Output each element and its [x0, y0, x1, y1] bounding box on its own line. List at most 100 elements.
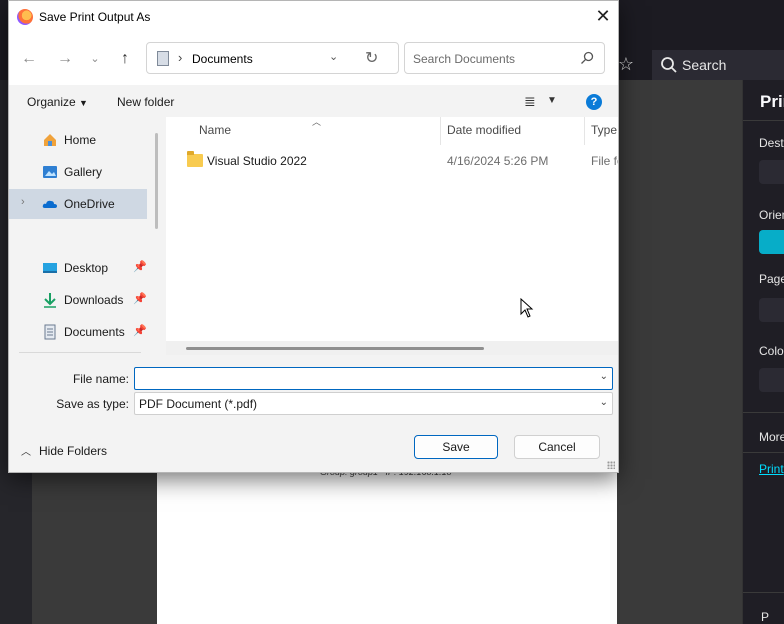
breadcrumb-chevron-icon[interactable]: › [178, 50, 182, 65]
save-as-type-select[interactable]: PDF Document (*.pdf) ⌄ [134, 392, 613, 415]
help-icon[interactable]: ? [586, 94, 602, 110]
sidebar-item-label: Home [64, 133, 97, 147]
panel-divider [743, 412, 784, 413]
documents-folder-icon [157, 51, 169, 66]
destination-printer-icon[interactable] [759, 160, 784, 184]
panel-divider [743, 452, 784, 453]
save-as-type-label: Save as type: [56, 397, 129, 411]
up-arrow-icon[interactable]: ↑ [113, 49, 137, 69]
recent-locations-chevron-icon[interactable]: ⌄ [83, 49, 107, 69]
forward-arrow-icon[interactable]: → [53, 49, 77, 69]
organize-menu[interactable]: Organize ▼ [27, 95, 88, 109]
column-header-date-modified[interactable]: Date modified [447, 123, 521, 137]
navigation-pane: Home Gallery › OneDrive Desktop 📌 Downlo… [9, 117, 158, 355]
file-name: Visual Studio 2022 [207, 154, 307, 168]
save-button[interactable]: Save [414, 435, 498, 459]
column-separator[interactable] [584, 117, 585, 145]
search-box[interactable] [404, 42, 605, 74]
more-settings-label[interactable]: More [759, 430, 784, 444]
file-type: File fo [591, 154, 618, 168]
pages-label: Page [759, 272, 784, 286]
close-button[interactable]: ✕ [588, 1, 618, 31]
sidebar-divider [19, 352, 141, 353]
documents-icon [44, 324, 56, 340]
expand-chevron-icon[interactable]: › [21, 196, 25, 208]
cancel-button[interactable]: Cancel [514, 435, 600, 459]
sidebar-item-label: Gallery [64, 165, 103, 179]
column-separator[interactable] [440, 117, 441, 145]
sidebar-item-downloads[interactable]: Downloads 📌 [9, 285, 147, 315]
sidebar-item-label: OneDrive [64, 197, 115, 211]
gallery-icon [43, 166, 57, 178]
browser-search-label: Search [682, 57, 727, 73]
preview-page [157, 460, 617, 624]
search-icon [581, 51, 594, 64]
organize-dropdown-icon: ▼ [79, 98, 88, 108]
orientation-label: Orien [759, 208, 784, 222]
desktop-icon [43, 263, 57, 273]
file-name-dropdown-icon[interactable]: ⌄ [600, 371, 608, 382]
download-arrow-icon [44, 293, 56, 308]
select-chevron-icon: ⌄ [599, 397, 608, 408]
pin-icon: 📌 [133, 293, 147, 305]
colors-select[interactable] [759, 368, 784, 392]
print-panel-title: Prin [760, 92, 784, 111]
sidebar-item-desktop[interactable]: Desktop 📌 [9, 253, 147, 283]
refresh-icon[interactable]: ↻ [365, 48, 378, 68]
file-name-input[interactable] [139, 370, 583, 389]
hide-folders-toggle[interactable]: ︿ Hide Folders [21, 443, 107, 458]
dialog-footer: ︿ Hide Folders Save Cancel [9, 419, 618, 472]
panel-bottom-label: P [761, 610, 770, 624]
dialog-titlebar: Save Print Output As ✕ [9, 1, 618, 33]
home-icon [44, 134, 56, 146]
sidebar-item-onedrive[interactable]: › OneDrive [9, 189, 147, 219]
sidebar-item-documents[interactable]: Documents 📌 [9, 317, 147, 347]
print-settings-panel: Prin Desti Orien Page Colo More Print P [742, 80, 784, 624]
sidebar-item-gallery[interactable]: Gallery [9, 157, 147, 187]
portrait-orientation-button[interactable] [759, 230, 784, 254]
pages-select[interactable] [759, 298, 784, 322]
dialog-title: Save Print Output As [39, 10, 151, 24]
pin-icon: 📌 [133, 261, 147, 273]
chevron-up-icon: ︿ [21, 447, 31, 458]
folder-icon [187, 151, 203, 167]
breadcrumb-documents[interactable]: Documents [192, 52, 253, 66]
sidebar-item-label: Desktop [64, 261, 109, 275]
command-bar: Organize ▼ New folder ≣ ▼ ? [9, 85, 618, 117]
mouse-cursor-icon [520, 298, 534, 318]
browser-search-box[interactable]: Search [652, 50, 784, 80]
sidebar-item-label: Documents [64, 325, 125, 339]
address-bar[interactable]: › Documents ⌄ ↻ [146, 42, 399, 74]
scrollbar-thumb[interactable] [186, 347, 484, 350]
sidebar-item-home[interactable]: Home [9, 125, 147, 155]
print-using-system-dialog-link[interactable]: Print [759, 462, 784, 476]
search-input[interactable] [411, 49, 575, 69]
panel-divider [743, 592, 784, 593]
sidebar-scrollbar[interactable] [155, 133, 158, 229]
column-header-name[interactable]: Name [199, 123, 231, 137]
save-as-type-value: PDF Document (*.pdf) [139, 397, 258, 411]
file-date-modified: 4/16/2024 5:26 PM [447, 154, 549, 168]
sort-ascending-icon: ︿ [312, 117, 322, 127]
save-dialog: Save Print Output As ✕ ← → ⌄ ↑ › Documen… [8, 0, 619, 473]
firefox-icon [17, 9, 33, 25]
back-arrow-icon[interactable]: ← [17, 49, 41, 69]
onedrive-cloud-icon [42, 200, 57, 208]
address-dropdown-icon[interactable]: ⌄ [329, 50, 338, 63]
file-list: ︿ Name Date modified Type Visual Studio … [166, 117, 618, 355]
resize-grip[interactable] [607, 461, 615, 469]
file-name-label: File name: [72, 372, 129, 386]
horizontal-scrollbar[interactable] [166, 341, 618, 355]
panel-divider [743, 120, 784, 121]
file-row[interactable]: Visual Studio 2022 4/16/2024 5:26 PM Fil… [166, 149, 618, 173]
bookmark-star-icon[interactable]: ☆ [616, 54, 636, 74]
navigation-bar: ← → ⌄ ↑ › Documents ⌄ ↻ [9, 33, 618, 85]
view-dropdown-icon[interactable]: ▼ [547, 95, 557, 106]
organize-label: Organize [27, 95, 76, 109]
file-name-field[interactable]: ⌄ [134, 367, 613, 390]
new-folder-button[interactable]: New folder [117, 95, 174, 109]
pin-icon: 📌 [133, 325, 147, 337]
save-fields: File name: ⌄ Save as type: PDF Document … [9, 355, 618, 419]
column-header-type[interactable]: Type [591, 123, 617, 137]
view-options-icon[interactable]: ≣ [524, 93, 536, 110]
